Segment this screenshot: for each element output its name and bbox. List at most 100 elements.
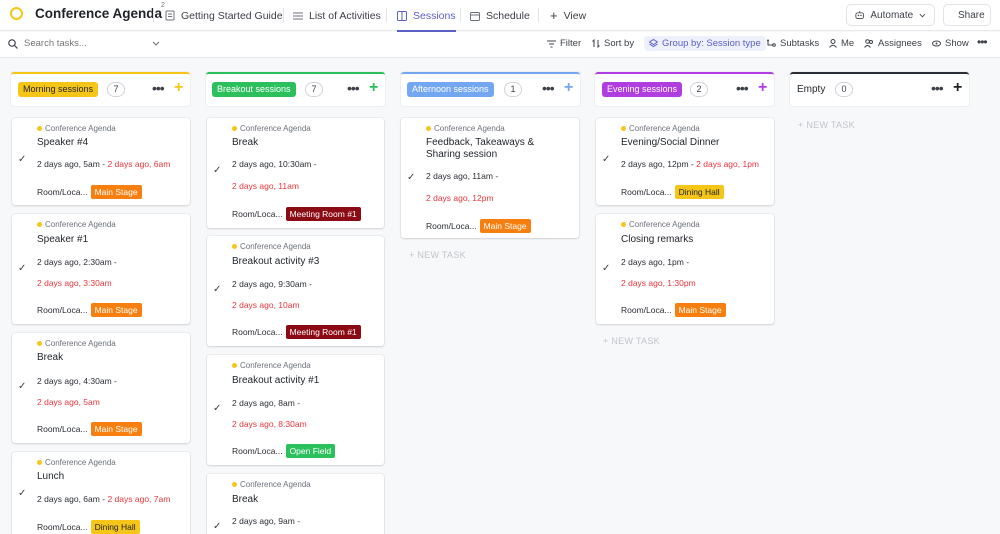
chevron-down-icon[interactable] (152, 41, 160, 46)
room-tag[interactable]: Main Stage (479, 219, 531, 233)
share-button[interactable]: Share (943, 4, 991, 26)
check-icon[interactable]: ✓ (407, 172, 415, 183)
room-tag[interactable]: Meeting Room #1 (285, 207, 361, 221)
room-tag[interactable]: Main Stage (90, 185, 142, 199)
task-card[interactable]: Conference Agenda Breakout activity #3 ✓… (207, 236, 384, 346)
search-box[interactable] (8, 38, 160, 49)
new-task-button[interactable]: + NEW TASK (603, 336, 660, 346)
add-task-button[interactable]: + (564, 79, 573, 97)
add-view-button[interactable]: + View (550, 0, 586, 31)
users-icon (864, 39, 873, 48)
breadcrumb-label: Conference Agenda (240, 242, 311, 251)
room-tag[interactable]: Meeting Room #1 (285, 325, 361, 339)
task-card[interactable]: Conference Agenda Break ✓ 2 days ago, 9a… (207, 474, 384, 534)
breadcrumb-label: Conference Agenda (629, 220, 700, 229)
page-title: Conference Agenda (35, 6, 163, 21)
column-menu-button[interactable]: ••• (152, 80, 165, 96)
subtasks-button[interactable]: Subtasks (767, 38, 819, 49)
check-icon[interactable]: ✓ (18, 263, 26, 274)
check-icon[interactable]: ✓ (213, 284, 221, 295)
card-breadcrumb: Conference Agenda (426, 124, 505, 133)
tab-label: List of Activities (309, 9, 381, 22)
add-task-button[interactable]: + (174, 79, 183, 97)
search-input[interactable] (24, 38, 144, 49)
task-start-date: 2 days ago, 2:30am - (37, 257, 117, 267)
start-date: 2 days ago, 1pm (621, 257, 684, 267)
user-icon (829, 39, 837, 48)
task-card[interactable]: Conference Agenda Lunch ✓ 2 days ago, 6a… (12, 452, 190, 534)
tab-list-of-activities[interactable]: List of Activities (293, 0, 381, 31)
automate-button[interactable]: Automate (846, 4, 935, 26)
document-icon (165, 10, 175, 21)
sort-button[interactable]: Sort by (592, 38, 634, 49)
check-icon[interactable]: ✓ (213, 165, 221, 176)
room-label: Room/Loca... (37, 522, 88, 532)
task-start-date: 2 days ago, 11am - (426, 171, 498, 181)
group-by-button[interactable]: Group by: Session type (644, 36, 766, 51)
room-tag[interactable]: Dining Hall (674, 185, 724, 199)
column-menu-button[interactable]: ••• (347, 80, 360, 96)
check-icon[interactable]: ✓ (213, 403, 221, 414)
task-card[interactable]: Conference Agenda Speaker #4 ✓ 2 days ag… (12, 118, 190, 205)
column-menu-button[interactable]: ••• (736, 80, 749, 96)
task-card[interactable]: Conference Agenda Feedback, Takeaways & … (401, 118, 579, 238)
room-field: Room/Loca... Main Stage (621, 303, 726, 317)
task-card[interactable]: Conference Agenda Closing remarks ✓ 2 da… (596, 214, 774, 324)
task-card[interactable]: Conference Agenda Breakout activity #1 ✓… (207, 355, 384, 465)
folder-dot-icon (232, 244, 237, 249)
tab-sessions[interactable]: Sessions (397, 0, 456, 32)
tab-schedule[interactable]: Schedule (470, 0, 530, 31)
task-card[interactable]: Conference Agenda Speaker #1 ✓ 2 days ag… (12, 214, 190, 324)
column-header-empty: Empty 0 ••• + (790, 72, 969, 106)
assignees-label: Assignees (878, 38, 922, 49)
room-field: Room/Loca... Dining Hall (37, 520, 140, 534)
check-icon[interactable]: ✓ (18, 154, 26, 165)
new-task-button[interactable]: + NEW TASK (798, 120, 855, 130)
task-due-date: 2 days ago, 3:30am (37, 278, 112, 288)
room-tag[interactable]: Main Stage (90, 422, 142, 436)
check-icon[interactable]: ✓ (602, 263, 610, 274)
room-label: Room/Loca... (37, 424, 88, 434)
check-icon[interactable]: ✓ (213, 521, 221, 532)
task-card[interactable]: Conference Agenda Break ✓ 2 days ago, 10… (207, 118, 384, 228)
date-dash: - (309, 279, 312, 289)
add-task-button[interactable]: + (369, 79, 378, 97)
task-card[interactable]: Conference Agenda Evening/Social Dinner … (596, 118, 774, 205)
task-title: Lunch (37, 471, 65, 482)
card-breadcrumb: Conference Agenda (232, 480, 311, 489)
filter-button[interactable]: Filter (547, 38, 581, 49)
task-card[interactable]: Conference Agenda Break ✓ 2 days ago, 4:… (12, 333, 190, 443)
new-task-button[interactable]: + NEW TASK (409, 250, 466, 260)
start-date: 2 days ago, 8am (232, 398, 295, 408)
tab-getting-started-guide[interactable]: Getting Started Guide (165, 0, 283, 31)
status-badge: Morning sessions (18, 82, 99, 97)
room-tag[interactable]: Main Stage (90, 303, 142, 317)
app-logo-icon (10, 7, 23, 20)
column-menu-button[interactable]: ••• (931, 80, 944, 96)
show-button[interactable]: Show (932, 38, 969, 49)
task-start-date: 2 days ago, 5am - 2 days ago, 6am (37, 159, 170, 169)
group-by-label: Group by: Session type (662, 38, 761, 49)
due-date: 2 days ago, 7am (107, 494, 171, 504)
add-task-button[interactable]: + (953, 79, 962, 97)
room-tag[interactable]: Main Stage (674, 303, 726, 317)
room-tag[interactable]: Dining Hall (90, 520, 140, 534)
start-date: 2 days ago, 10:30am (232, 159, 312, 169)
room-label: Room/Loca... (232, 446, 283, 456)
add-task-button[interactable]: + (758, 79, 767, 97)
room-tag[interactable]: Open Field (285, 444, 336, 458)
start-date: 2 days ago, 5am (37, 159, 100, 169)
column-menu-button[interactable]: ••• (542, 80, 555, 96)
sort-icon (592, 39, 600, 48)
layers-icon (649, 39, 658, 48)
me-filter-button[interactable]: Me (829, 38, 854, 49)
check-icon[interactable]: ✓ (18, 488, 26, 499)
task-title: Speaker #1 (37, 234, 89, 245)
more-options-button[interactable]: ••• (977, 35, 988, 49)
check-icon[interactable]: ✓ (602, 154, 610, 165)
check-icon[interactable]: ✓ (18, 381, 26, 392)
assignees-button[interactable]: Assignees (864, 38, 922, 49)
task-due-date: 2 days ago, 12pm (426, 193, 494, 203)
task-due-date: 2 days ago, 5am (37, 397, 100, 407)
task-start-date: 2 days ago, 10:30am - (232, 159, 317, 169)
